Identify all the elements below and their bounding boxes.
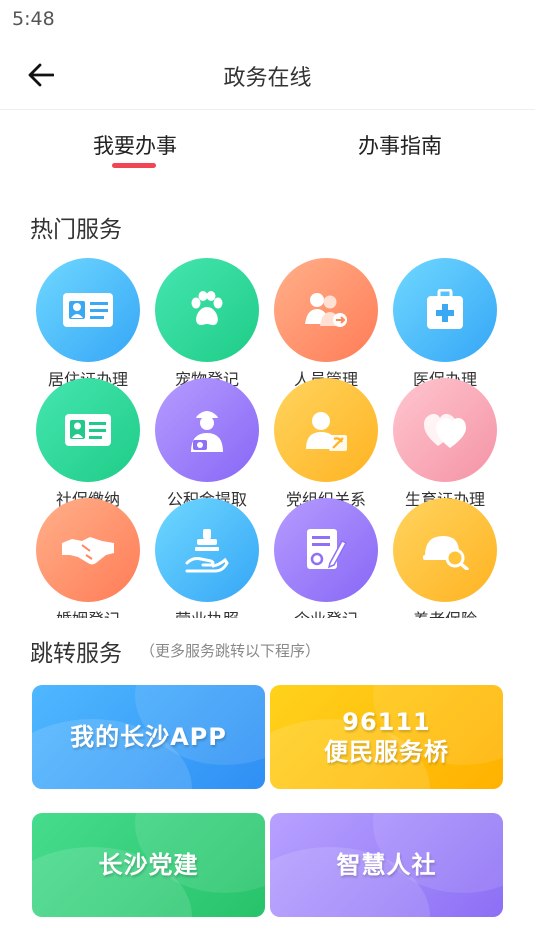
jump-services-title: 跳转服务 [30,641,122,667]
page-title: 政务在线 [223,66,312,91]
status-time: 5:48 [12,8,55,30]
party-member-icon [306,412,347,451]
stamp-hand-icon [185,529,229,573]
service-label: 婚姻登记 [24,606,152,618]
document-edit-icon [307,529,348,569]
card-96111-service-bridge[interactable]: 96111 便民服务桥 [270,685,503,789]
service-icon-bg [36,258,140,362]
service-medical-insurance[interactable]: 医保办理 [393,258,497,389]
tab-my-affairs[interactable]: 我要办事 [90,130,180,160]
service-housing-fund[interactable]: 公积金提取 [155,378,259,509]
service-personnel[interactable]: 人员管理 [274,258,378,389]
tab-guide[interactable]: 办事指南 [355,130,445,160]
hot-services-title: 热门服务 [30,217,122,243]
service-residence-permit[interactable]: 居住证办理 [36,258,140,389]
service-business-license[interactable]: 营业执照 [155,498,259,618]
service-icon-bg [274,498,378,602]
card-label-line1: 96111 [342,708,431,736]
service-social-insurance[interactable]: 社保缴纳 [36,378,140,509]
service-birth-certificate[interactable]: 生育证办理 [393,378,497,509]
card-label-line2: 便民服务桥 [324,738,449,766]
service-pension-insurance[interactable]: 养老保险 [393,498,497,618]
active-tab-indicator [112,163,156,168]
status-bar: 5:48 [0,0,535,40]
heart-icon [424,414,466,448]
id-card-icon [65,414,111,446]
card-my-changsha-app[interactable]: 我的长沙APP [32,685,265,789]
card-changsha-party-building[interactable]: 长沙党建 [32,813,265,917]
tab-bar: 我要办事 办事指南 [0,112,535,174]
service-party-relation[interactable]: 党组织关系 [274,378,378,509]
service-label: 企业登记 [262,606,390,618]
service-label: 养老保险 [381,606,509,618]
service-icon-bg [274,258,378,362]
card-label: 我的长沙APP [70,723,227,751]
service-pet-registration[interactable]: 宠物登记 [155,258,259,389]
service-enterprise-registration[interactable]: 企业登记 [274,498,378,618]
service-icon-bg [36,498,140,602]
helmet-search-icon [423,536,469,570]
service-marriage[interactable]: 婚姻登记 [36,498,140,618]
service-icon-bg [274,378,378,482]
service-icon-bg [155,498,259,602]
hot-services-grid: 居住证办理 宠物登记 人员管理 [0,258,535,618]
service-icon-bg [36,378,140,482]
service-label: 营业执照 [143,606,271,618]
medical-kit-icon [427,289,463,329]
card-label: 长沙党建 [98,851,199,879]
card-smart-hr-social[interactable]: 智慧人社 [270,813,503,917]
service-icon-bg [393,498,497,602]
people-transfer-icon [305,293,347,327]
service-icon-bg [155,258,259,362]
id-card-icon [63,293,113,327]
service-icon-bg [393,378,497,482]
nav-bar: 政务在线 [0,40,535,110]
handshake-icon [62,537,114,565]
service-icon-bg [155,378,259,482]
paw-icon [191,291,223,326]
worker-icon [191,411,223,452]
card-label: 智慧人社 [336,851,437,879]
jump-services-note: （更多服务跳转以下程序） [140,642,321,660]
service-icon-bg [393,258,497,362]
